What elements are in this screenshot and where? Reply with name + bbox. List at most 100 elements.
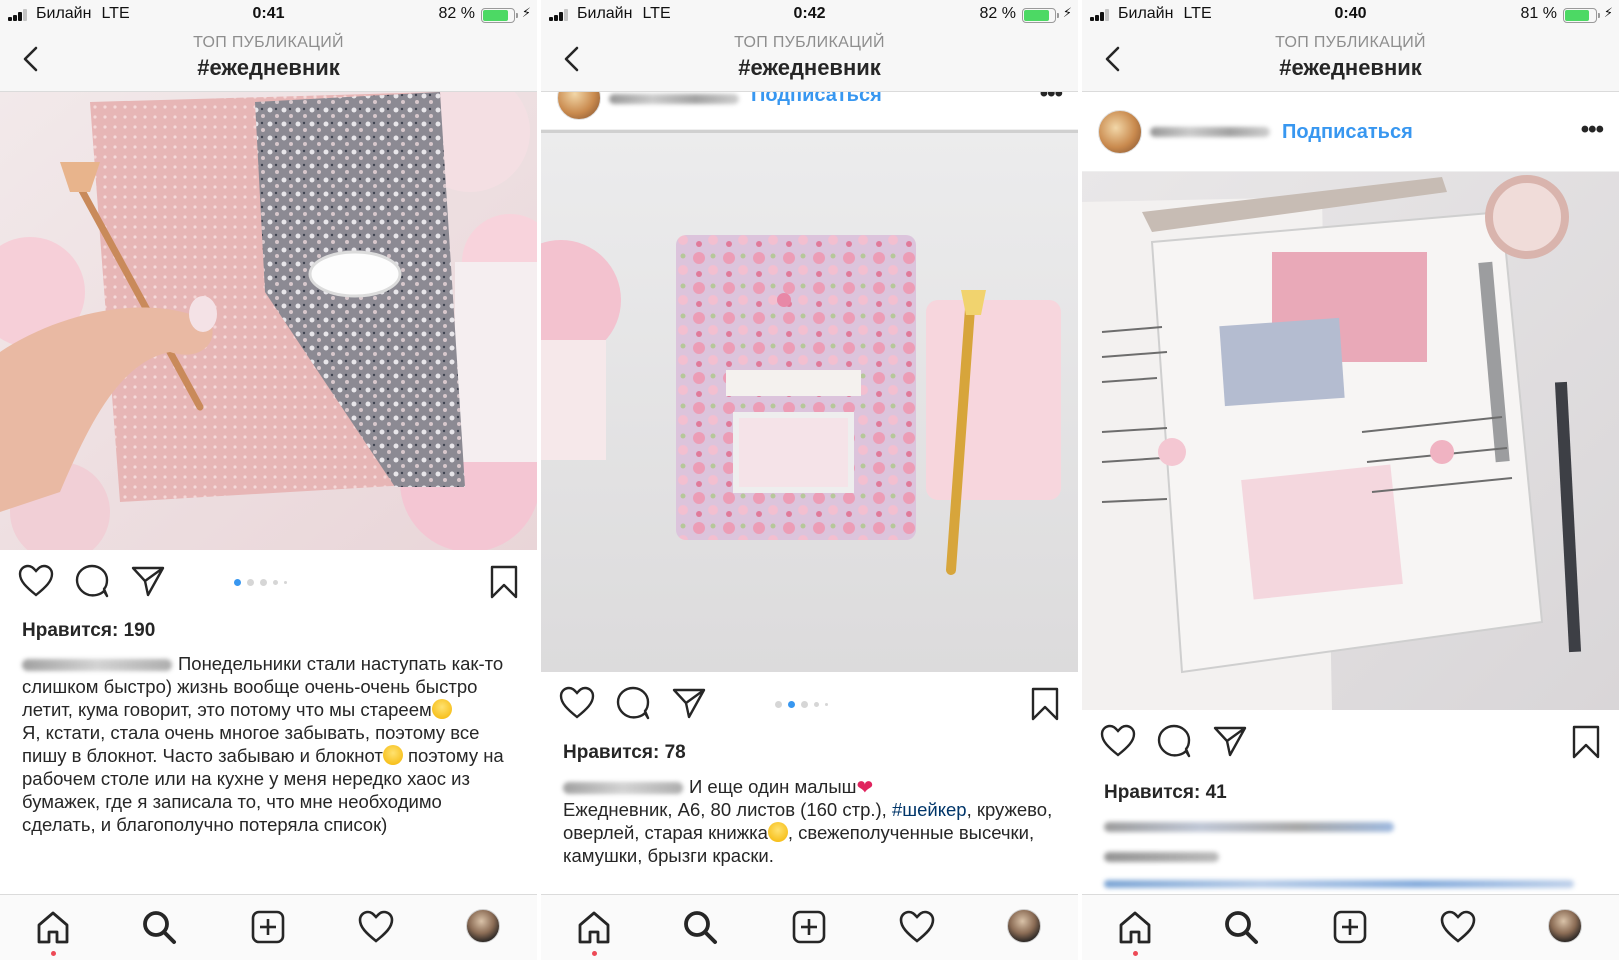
- battery-percent: 82 %: [979, 5, 1016, 22]
- journal-spread-photo-icon: [1082, 172, 1619, 710]
- sweat-smile-emoji-icon: [767, 822, 788, 842]
- follow-button[interactable]: Подписаться: [1282, 121, 1413, 144]
- carousel-dot: [283, 581, 287, 584]
- battery-percent: 82 %: [438, 5, 475, 22]
- phone-screen-2: Подписаться ••• Билайн LTE 0:42 82 % ⚡ ТО…: [541, 0, 1078, 960]
- header-hashtag: #ежедневник: [1279, 55, 1422, 80]
- search-icon[interactable]: [141, 909, 177, 945]
- charging-icon: ⚡: [1062, 5, 1072, 20]
- blurred-username[interactable]: [22, 659, 172, 672]
- carousel-dot: [272, 580, 278, 585]
- carousel-dot: [774, 701, 782, 708]
- carousel-dots: [233, 578, 304, 586]
- planner-photo-icon: [0, 92, 537, 550]
- add-post-icon[interactable]: [250, 909, 286, 945]
- post-photo[interactable]: [541, 130, 1078, 672]
- status-bar: Билайн LTE 0:42 82 % ⚡: [541, 0, 1078, 30]
- carousel-dot: [813, 702, 819, 707]
- notification-dot: [1133, 951, 1138, 956]
- header-hashtag: #ежедневник: [738, 55, 881, 80]
- charging-icon: ⚡: [521, 5, 531, 20]
- author-avatar[interactable]: [1098, 110, 1142, 154]
- post-caption: Понедельники стали наступать как-то слиш…: [22, 653, 504, 835]
- more-options-icon[interactable]: •••: [1581, 116, 1604, 144]
- bookmark-icon[interactable]: [1030, 686, 1060, 722]
- likes-count[interactable]: Нравится: 41: [1104, 782, 1227, 804]
- blurred-username[interactable]: [563, 782, 683, 795]
- battery-icon: [481, 8, 518, 23]
- blurred-comment-text: [1104, 880, 1574, 888]
- blurred-caption-line: [1104, 822, 1394, 832]
- post-photo[interactable]: [1082, 172, 1619, 710]
- phone-screen-3: Билайн LTE 0:40 81 % ⚡ ТОП ПУБЛИКАЦИЙ #еж…: [1082, 0, 1619, 960]
- carousel-dot: [246, 579, 254, 586]
- tears-of-joy-emoji-icon: [431, 699, 452, 719]
- hashtag-link[interactable]: #шейкер: [892, 799, 967, 820]
- profile-avatar[interactable]: [466, 909, 500, 943]
- home-icon[interactable]: [1117, 909, 1153, 945]
- blurred-username[interactable]: [1150, 127, 1270, 137]
- status-bar: Билайн LTE 0:40 81 % ⚡: [1082, 0, 1619, 30]
- blurred-comment-author: [1104, 852, 1219, 862]
- nav-header: ТОП ПУБЛИКАЦИЙ #ежедневник: [541, 30, 1078, 92]
- add-post-icon[interactable]: [791, 909, 827, 945]
- likes-count[interactable]: Нравится: 190: [22, 620, 155, 642]
- header-hashtag: #ежедневник: [197, 55, 340, 80]
- bookmark-icon[interactable]: [489, 564, 519, 600]
- home-icon[interactable]: [576, 909, 612, 945]
- screenshots-collage: Билайн LTE 0:41 82 % ⚡ ТОП ПУБЛИКАЦИЙ #еж…: [0, 0, 1619, 960]
- search-icon[interactable]: [1223, 909, 1259, 945]
- share-icon[interactable]: [1212, 724, 1248, 758]
- post-author-row: Подписаться •••: [1082, 92, 1619, 172]
- nav-header: ТОП ПУБЛИКАЦИЙ #ежедневник: [0, 30, 537, 92]
- charging-icon: ⚡: [1603, 5, 1613, 20]
- header-title: ТОП ПУБЛИКАЦИЙ: [193, 34, 344, 51]
- likes-count[interactable]: Нравится: 78: [563, 742, 686, 764]
- bookmark-icon[interactable]: [1571, 724, 1601, 760]
- profile-avatar[interactable]: [1548, 909, 1582, 943]
- search-icon[interactable]: [682, 909, 718, 945]
- notebook-photo-icon: [541, 130, 1078, 672]
- carousel-dot: [233, 579, 241, 586]
- comment-icon[interactable]: [615, 686, 651, 720]
- post-author-row: Подписаться •••: [541, 76, 1078, 130]
- phone-screen-1: Билайн LTE 0:41 82 % ⚡ ТОП ПУБЛИКАЦИЙ #еж…: [0, 0, 537, 960]
- activity-heart-icon[interactable]: [358, 909, 394, 945]
- carousel-dot: [800, 701, 808, 708]
- carousel-dots: [774, 700, 845, 708]
- notification-dot: [51, 951, 56, 956]
- blurred-username[interactable]: [609, 94, 739, 104]
- share-icon[interactable]: [130, 564, 166, 598]
- battery-icon: [1563, 8, 1600, 23]
- comment-icon[interactable]: [1156, 724, 1192, 758]
- like-heart-icon[interactable]: [559, 686, 595, 720]
- activity-heart-icon[interactable]: [1440, 909, 1476, 945]
- share-icon[interactable]: [671, 686, 707, 720]
- carousel-dot: [259, 579, 267, 586]
- add-post-icon[interactable]: [1332, 909, 1368, 945]
- like-heart-icon[interactable]: [18, 564, 54, 598]
- activity-heart-icon[interactable]: [899, 909, 935, 945]
- tab-bar: [541, 894, 1078, 960]
- like-heart-icon[interactable]: [1100, 724, 1136, 758]
- red-heart-emoji-icon: ❤: [856, 777, 874, 799]
- carousel-dot: [787, 701, 795, 708]
- tab-bar: [0, 894, 537, 960]
- post-caption: И еще один малыш❤ Ежедневник, А6, 80 лис…: [563, 776, 1053, 866]
- profile-avatar[interactable]: [1007, 909, 1041, 943]
- home-icon[interactable]: [35, 909, 71, 945]
- post-actions: [0, 552, 537, 610]
- header-title: ТОП ПУБЛИКАЦИЙ: [1275, 34, 1426, 51]
- post-photo[interactable]: [0, 92, 537, 550]
- header-title: ТОП ПУБЛИКАЦИЙ: [734, 34, 885, 51]
- status-bar: Билайн LTE 0:41 82 % ⚡: [0, 0, 537, 30]
- nav-header: ТОП ПУБЛИКАЦИЙ #ежедневник: [1082, 30, 1619, 92]
- post-actions: [541, 674, 1078, 732]
- notification-dot: [592, 951, 597, 956]
- carousel-dot: [824, 703, 828, 706]
- battery-icon: [1022, 8, 1059, 23]
- post-actions: [1082, 712, 1619, 770]
- battery-percent: 81 %: [1520, 5, 1557, 22]
- tears-of-joy-emoji-icon: [382, 745, 403, 765]
- comment-icon[interactable]: [74, 564, 110, 598]
